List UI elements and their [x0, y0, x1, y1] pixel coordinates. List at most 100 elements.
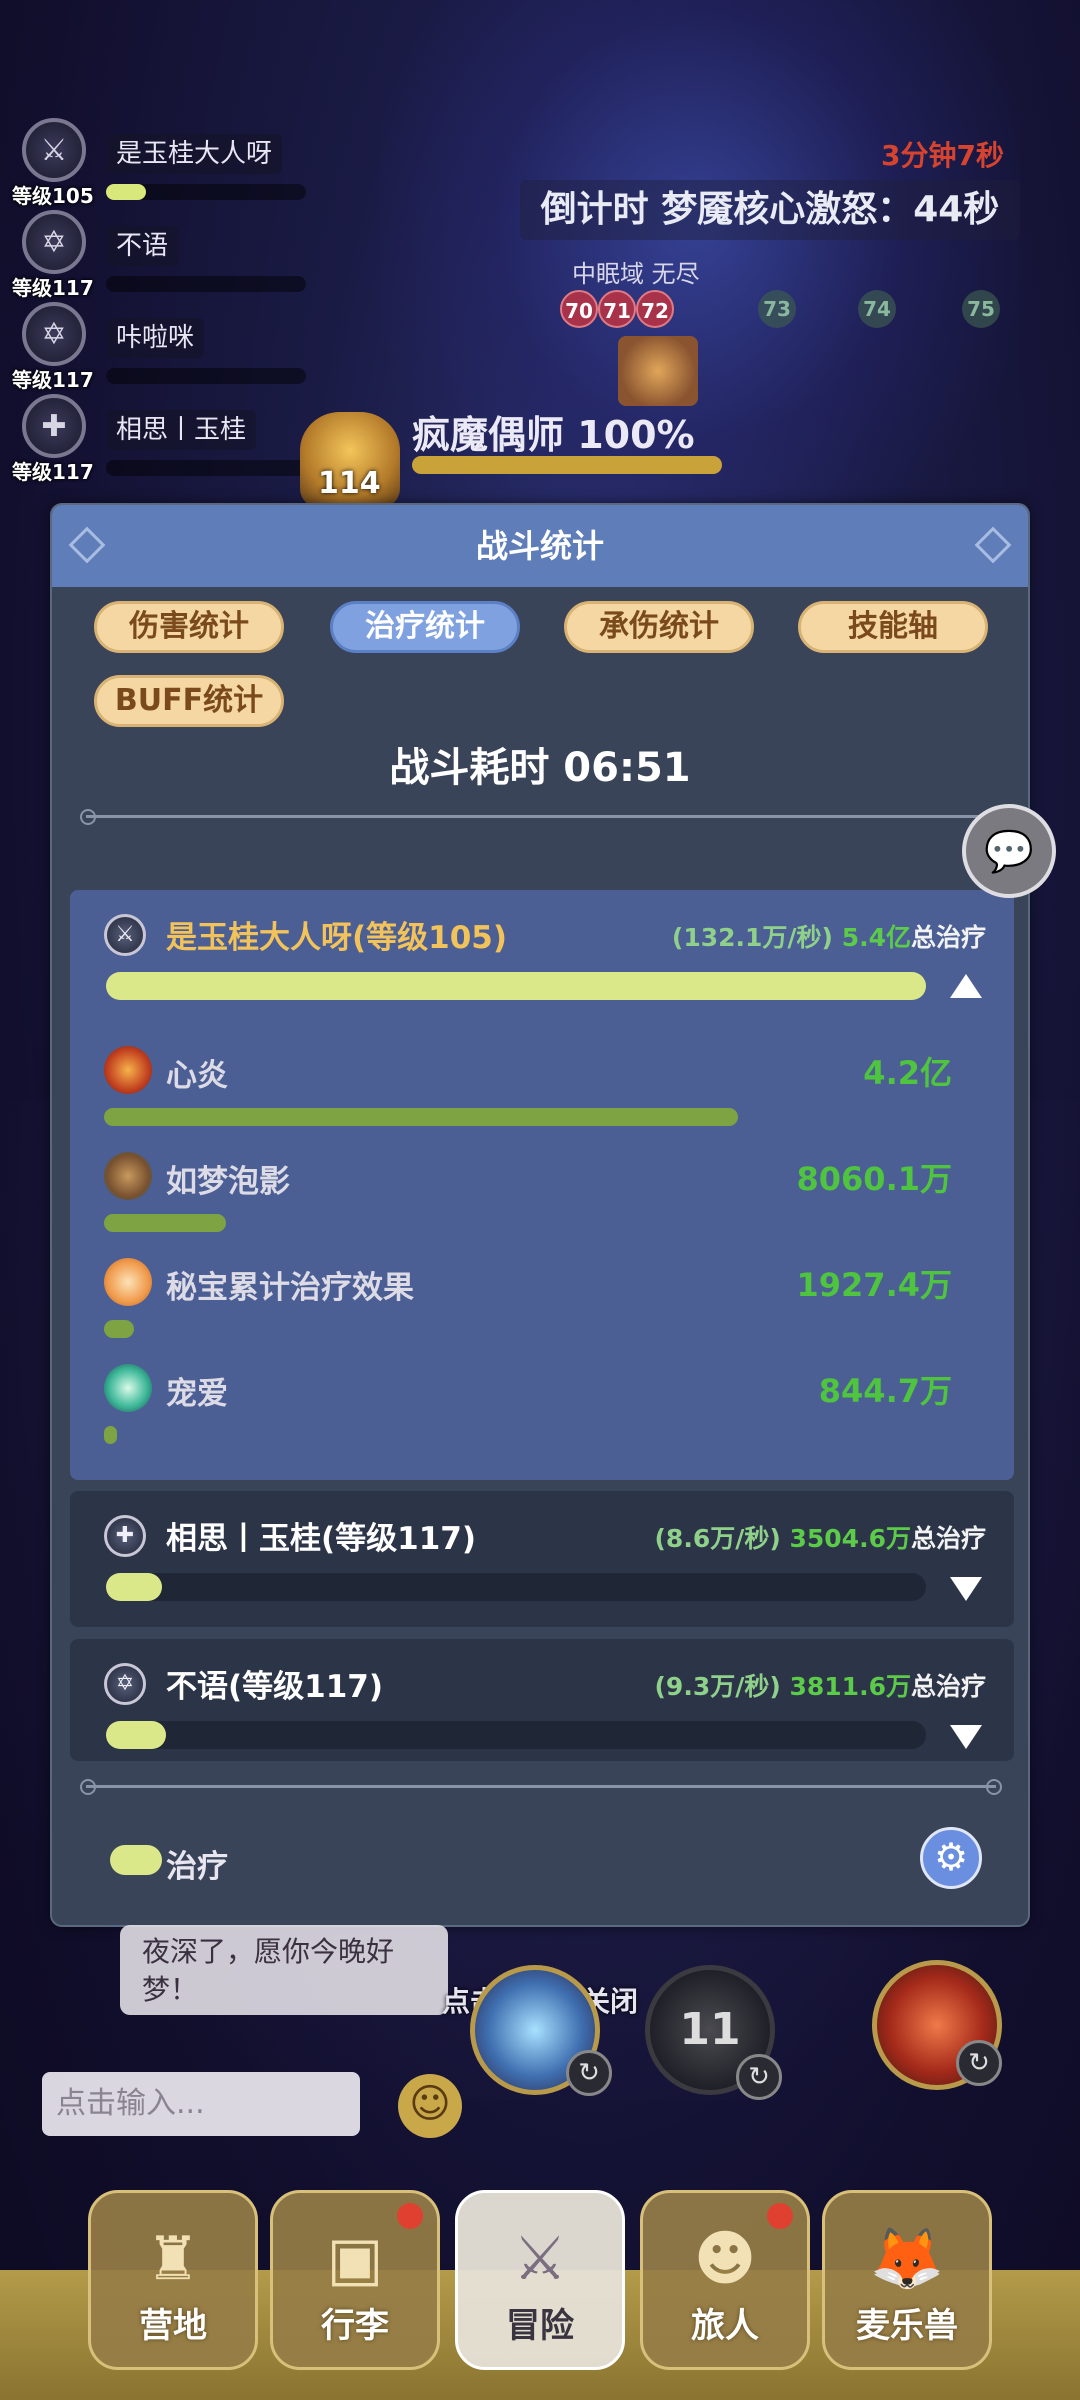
- nav-label: 麦乐兽: [856, 2306, 958, 2346]
- team-member[interactable]: ✡ 等级117 不语: [12, 210, 312, 302]
- player-name: 不语(等级117): [166, 1669, 384, 1705]
- diamond-ornament-icon: [974, 526, 1012, 564]
- tab-damage-taken[interactable]: 承伤统计: [564, 601, 754, 653]
- skill-name: 如梦泡影: [166, 1164, 290, 1200]
- notification-dot: [767, 2203, 793, 2229]
- boss-name: 疯魔偶师 100%: [412, 413, 695, 457]
- tab-buff[interactable]: BUFF统计: [94, 675, 284, 727]
- wave-tracker: 70 71 72 73 74 75: [556, 290, 1016, 330]
- capybara-icon: [104, 1152, 152, 1200]
- legend-label: 治疗: [166, 1849, 228, 1885]
- star-class-icon: ✡: [104, 1663, 146, 1705]
- team-member-name: 不语: [106, 226, 179, 266]
- boss-level: 114: [318, 466, 381, 501]
- green-leaf-icon: [104, 1364, 152, 1412]
- skill-heal-bar: [104, 1320, 134, 1338]
- nav-label: 营地: [139, 2306, 207, 2346]
- nav-label: 旅人: [691, 2306, 759, 2346]
- player-heal-bar: [106, 1721, 166, 1749]
- nav-pet[interactable]: 🦊 麦乐兽: [822, 2190, 992, 2370]
- team-member-name: 是玉桂大人呀: [106, 134, 283, 174]
- team-member[interactable]: ⚔ 等级105 是玉桂大人呀: [12, 118, 312, 210]
- team-member-level: 等级105: [12, 184, 94, 208]
- chest-icon: ▣: [326, 2224, 384, 2294]
- star-class-icon: ✡: [22, 302, 86, 366]
- crossed-swords-icon: ⚔: [513, 2224, 567, 2294]
- nav-luggage[interactable]: ▣ 行李: [270, 2190, 440, 2370]
- player-heal-total: (8.6万/秒) 3504.6万总治疗: [654, 1524, 987, 1553]
- team-member-name: 相思丨玉桂: [106, 410, 257, 450]
- sword-class-icon: ⚔: [22, 118, 86, 182]
- team-member-hp-bar: [106, 368, 306, 384]
- swap-icon[interactable]: ↻: [956, 2040, 1002, 2086]
- team-member-name: 咔啦咪: [106, 318, 205, 358]
- divider: [80, 1779, 1002, 1795]
- team-member-level: 等级117: [12, 460, 94, 484]
- player-heal-bar-track: [106, 1573, 926, 1601]
- player-heal-bar: [106, 972, 926, 1000]
- boss-portrait-icon: [618, 336, 698, 406]
- nav-traveler[interactable]: ☻ 旅人: [640, 2190, 810, 2370]
- team-member-hp-bar: [106, 276, 306, 292]
- cross-class-icon: ✚: [22, 394, 86, 458]
- emoji-icon[interactable]: ☺: [398, 2074, 462, 2138]
- skill-name: 心炎: [166, 1058, 228, 1094]
- team-member[interactable]: ✚ 等级117 相思丨玉桂: [12, 394, 312, 486]
- cross-class-icon: ✚: [104, 1515, 146, 1557]
- traveler-icon: ☻: [693, 2224, 757, 2294]
- dialog-title: 战斗统计: [475, 527, 604, 565]
- player-heal-bar: [106, 1573, 162, 1601]
- star-class-icon: ✡: [22, 210, 86, 274]
- chat-bubble-icon[interactable]: 💬: [962, 804, 1056, 898]
- nav-camp[interactable]: ♜ 营地: [88, 2190, 258, 2370]
- tab-skill-timeline[interactable]: 技能轴: [798, 601, 988, 653]
- team-list: ⚔ 等级105 是玉桂大人呀 ✡ 等级117 不语 ✡ 等级117 咔啦咪 ✚ …: [12, 118, 312, 486]
- bottom-nav: ♜ 营地 ▣ 行李 ⚔ 冒险 ☻ 旅人 🦊 麦乐兽: [0, 2190, 1080, 2400]
- fire-heart-icon: [104, 1046, 152, 1094]
- team-member-level: 等级117: [12, 368, 94, 392]
- team-member-level: 等级117: [12, 276, 94, 300]
- expand-arrow-icon[interactable]: [950, 1577, 982, 1601]
- divider: [80, 809, 1002, 825]
- player-heal-total: (9.3万/秒) 3811.6万总治疗: [654, 1672, 987, 1701]
- swap-icon[interactable]: ↻: [566, 2050, 612, 2096]
- zone-label: 中眠域 无尽: [572, 260, 700, 288]
- chat-input[interactable]: 点击输入...: [42, 2072, 360, 2136]
- nav-label: 行李: [321, 2306, 389, 2346]
- wave-marker: 74: [858, 290, 896, 328]
- wave-marker: 75: [962, 290, 1000, 328]
- skill-name: 宠爱: [166, 1376, 228, 1412]
- battle-duration: 战斗耗时 06:51: [389, 745, 691, 791]
- nav-label: 冒险: [506, 2306, 574, 2346]
- notification-dot: [397, 2203, 423, 2229]
- swap-icon[interactable]: ↻: [736, 2054, 782, 2100]
- skill-heal-value: 844.7万: [818, 1372, 952, 1410]
- collapse-arrow-icon[interactable]: [950, 974, 982, 998]
- tab-healing[interactable]: 治疗统计: [330, 601, 520, 653]
- tab-damage[interactable]: 伤害统计: [94, 601, 284, 653]
- dialog-header: 战斗统计: [52, 505, 1028, 587]
- player-panel-collapsed[interactable]: ✡ 不语(等级117) (9.3万/秒) 3811.6万总治疗: [70, 1639, 1014, 1761]
- skill-heal-value: 1927.4万: [796, 1266, 953, 1304]
- skill-heal-bar: [104, 1214, 226, 1232]
- team-member-hp-bar: [106, 460, 306, 476]
- team-member[interactable]: ✡ 等级117 咔啦咪: [12, 302, 312, 394]
- battle-timer: 3分钟7秒: [881, 139, 1004, 172]
- enrage-countdown: 倒计时 梦魇核心激怒：44秒: [520, 180, 1020, 240]
- player-panel-expanded: ⚔ 是玉桂大人呀(等级105) (132.1万/秒) 5.4亿总治疗 心炎 4.…: [70, 890, 1014, 1480]
- player-panel-collapsed[interactable]: ✚ 相思丨玉桂(等级117) (8.6万/秒) 3504.6万总治疗: [70, 1491, 1014, 1627]
- nav-adventure[interactable]: ⚔ 冒险: [455, 2190, 625, 2370]
- player-name: 相思丨玉桂(等级117): [166, 1521, 477, 1557]
- expand-arrow-icon[interactable]: [950, 1725, 982, 1749]
- background-vortex: [380, 0, 1020, 560]
- skill-name: 秘宝累计治疗效果: [166, 1270, 414, 1306]
- wave-marker: 73: [758, 290, 796, 328]
- castle-icon: ♜: [146, 2224, 200, 2294]
- treasure-face-icon: [104, 1258, 152, 1306]
- sword-class-icon: ⚔: [104, 914, 146, 956]
- legend-swatch: [110, 1845, 162, 1875]
- fox-icon: 🦊: [869, 2224, 945, 2294]
- settings-gear-icon[interactable]: ⚙: [920, 1827, 982, 1889]
- skill-heal-value: 8060.1万: [796, 1160, 953, 1198]
- wave-marker: 70: [560, 290, 598, 328]
